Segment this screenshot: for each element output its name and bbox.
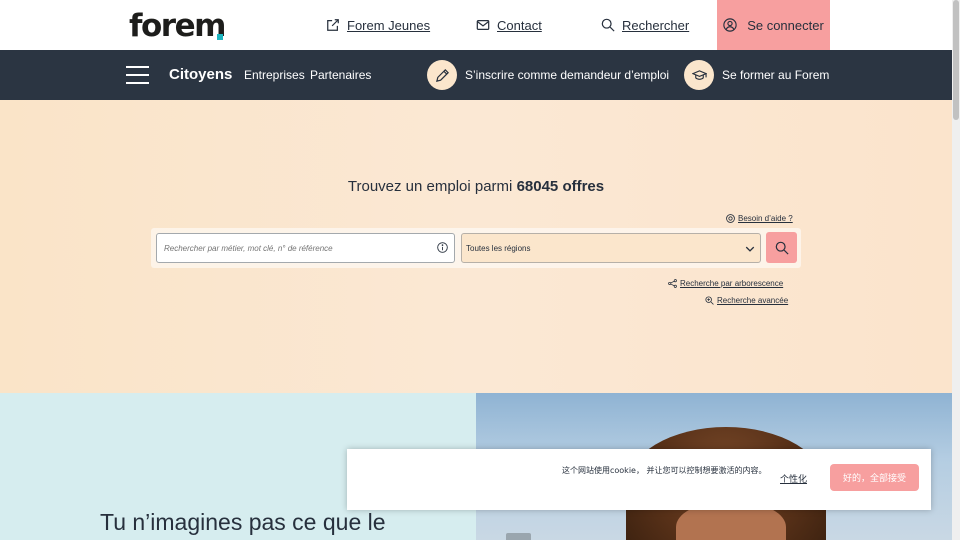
help-link-label: Besoin d’aide ? xyxy=(738,214,793,223)
chevron-down-icon xyxy=(745,246,755,252)
register-cta[interactable]: S’inscrire comme demandeur d’emploi xyxy=(427,59,669,91)
login-button[interactable]: Se connecter xyxy=(717,0,830,50)
job-search-input[interactable] xyxy=(156,233,455,263)
region-select[interactable]: Toutes les régions xyxy=(461,233,761,263)
search-icon xyxy=(775,241,789,255)
search-submit-button[interactable] xyxy=(766,232,797,263)
menu-icon[interactable] xyxy=(126,66,149,84)
nav-entreprises[interactable]: Entreprises xyxy=(244,68,305,82)
job-search-hero: Trouvez un emploi parmi 68045 offres Bes… xyxy=(0,100,952,393)
tree-search-label: Recherche par arborescence xyxy=(680,279,784,288)
search-label: Rechercher xyxy=(622,17,690,33)
forem-logo[interactable]: forem xyxy=(129,8,226,44)
pencil-icon xyxy=(427,60,457,90)
nav-citoyens[interactable]: Citoyens xyxy=(169,66,232,83)
contact-label: Contact xyxy=(497,17,542,33)
register-cta-label: S’inscrire comme demandeur d’emploi xyxy=(465,68,670,82)
mail-icon xyxy=(476,20,490,30)
offers-count: 68045 offres xyxy=(516,178,605,195)
cookie-accept-button[interactable]: 好的，全部接受 xyxy=(830,464,919,491)
scrollbar-thumb[interactable] xyxy=(953,0,959,120)
cookie-personalize-link[interactable]: 个性化 xyxy=(780,472,807,485)
advanced-search-link[interactable]: Recherche avancée xyxy=(705,296,788,305)
hero-title: Trouvez un emploi parmi 68045 offres xyxy=(0,178,952,195)
search-link[interactable]: Rechercher xyxy=(601,16,689,34)
contact-link[interactable]: Contact xyxy=(476,16,542,34)
promo-heading: Tu n’imagines pas ce que le xyxy=(100,509,386,535)
advanced-search-label: Recherche avancée xyxy=(717,296,789,305)
logo-dot xyxy=(217,34,223,40)
login-label: Se connecter xyxy=(747,17,824,33)
main-navbar: Citoyens Entreprises Partenaires S’inscr… xyxy=(0,50,952,100)
tree-search-link[interactable]: Recherche par arborescence xyxy=(668,279,783,288)
search-icon xyxy=(601,18,615,32)
top-header: forem Forem Jeunes Contact Rechercher Se… xyxy=(0,0,952,50)
cookie-banner: 这个网站使用cookie， 并让您可以控制想要激活的内容。 个性化 好的，全部接… xyxy=(347,449,931,510)
user-icon xyxy=(723,18,737,32)
forem-jeunes-link[interactable]: Forem Jeunes xyxy=(326,16,430,34)
external-link-icon xyxy=(327,19,339,31)
region-selected-value: Toutes les régions xyxy=(466,243,531,253)
forem-jeunes-label: Forem Jeunes xyxy=(347,17,431,33)
search-form: Toutes les régions xyxy=(151,228,801,268)
help-link[interactable]: Besoin d’aide ? xyxy=(726,214,793,223)
logo-text: forem xyxy=(129,8,226,44)
info-icon[interactable] xyxy=(437,242,448,253)
tree-icon xyxy=(668,279,677,288)
training-cta[interactable]: Se former au Forem xyxy=(684,59,829,91)
help-icon xyxy=(726,214,735,223)
page-scrollbar[interactable] xyxy=(952,0,960,540)
training-cta-label: Se former au Forem xyxy=(722,68,830,82)
photo-object xyxy=(506,533,531,540)
zoom-in-icon xyxy=(705,296,714,305)
nav-partenaires[interactable]: Partenaires xyxy=(310,68,371,82)
hero-title-prefix: Trouvez un emploi parmi xyxy=(347,178,517,195)
cookie-message: 这个网站使用cookie， 并让您可以控制想要激活的内容。 xyxy=(562,466,767,475)
graduation-cap-icon xyxy=(684,60,714,90)
